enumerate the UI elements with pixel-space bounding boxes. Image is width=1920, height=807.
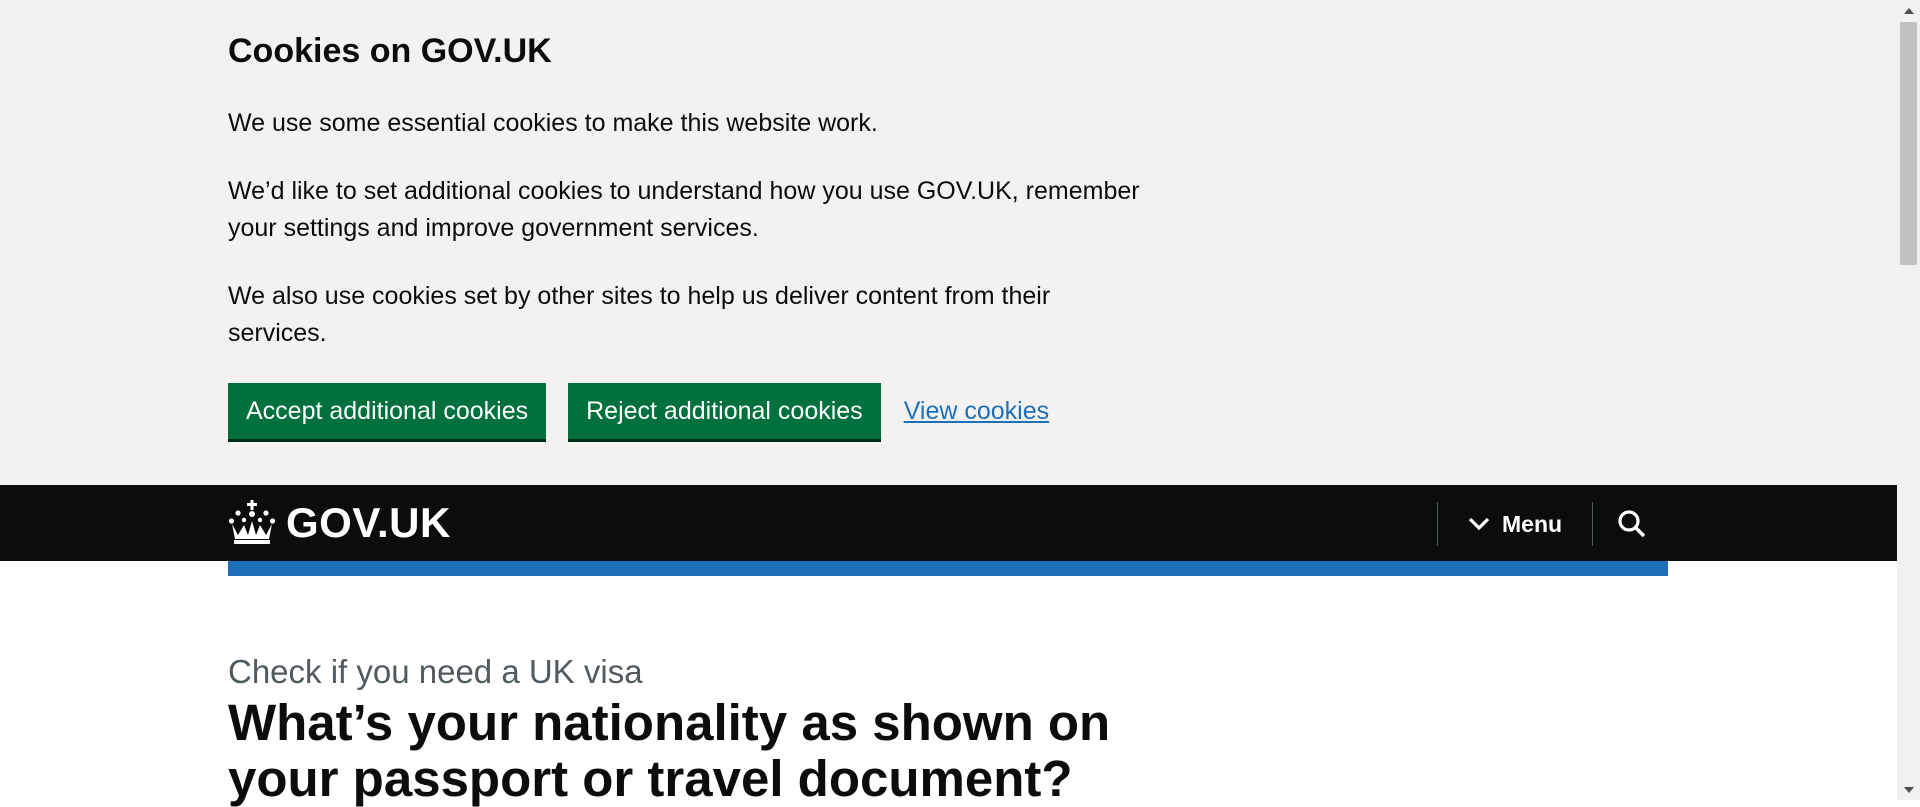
chevron-down-icon (1468, 517, 1490, 531)
govuk-logo-link[interactable]: GOV.UK (228, 497, 451, 549)
scroll-up-arrow[interactable] (1897, 0, 1920, 20)
site-header: GOV.UK Menu (0, 485, 1897, 561)
cookie-banner: Cookies on GOV.UK We use some essential … (0, 0, 1897, 485)
search-icon (1618, 510, 1646, 538)
cookie-actions: Accept additional cookies Reject additio… (228, 383, 1049, 439)
accept-cookies-button[interactable]: Accept additional cookies (228, 383, 547, 439)
page-caption: Check if you need a UK visa (228, 653, 643, 690)
crown-icon (228, 500, 276, 544)
cookie-paragraph-essential: We use some essential cookies to make th… (228, 109, 878, 137)
view-cookies-link[interactable]: View cookies (904, 383, 1049, 439)
menu-label: Menu (1502, 510, 1563, 537)
header-accent-bar (228, 561, 1668, 576)
header-navigation: Menu (1437, 502, 1671, 546)
page-title: What’s your nationality as shown on your… (228, 694, 1111, 807)
page: Cookies on GOV.UK We use some essential … (0, 0, 1897, 807)
search-button[interactable] (1593, 502, 1671, 546)
menu-button[interactable]: Menu (1438, 502, 1592, 546)
reject-cookies-button[interactable]: Reject additional cookies (568, 383, 881, 439)
cookie-paragraph-third-party: We also use cookies set by other sites t… (228, 282, 1051, 347)
logo-text: GOV.UK (286, 499, 451, 546)
scroll-down-arrow[interactable] (1897, 780, 1920, 800)
vertical-scrollbar[interactable] (1897, 0, 1920, 800)
cookie-paragraph-additional: We’d like to set additional cookies to u… (228, 177, 1140, 242)
cookie-banner-title: Cookies on GOV.UK (228, 32, 552, 70)
scrollbar-thumb[interactable] (1900, 22, 1917, 265)
